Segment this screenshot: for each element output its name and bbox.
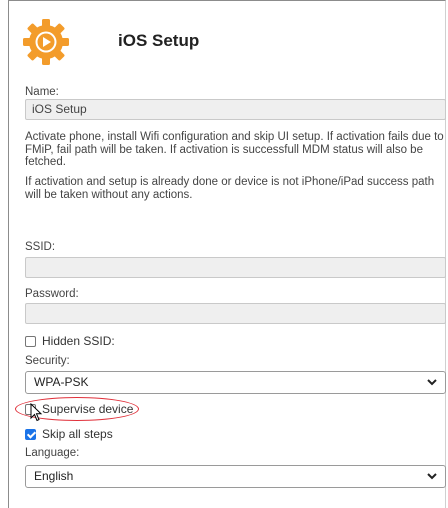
security-label: Security:	[25, 355, 70, 367]
chevron-down-icon	[427, 473, 437, 480]
name-label: Name:	[25, 86, 59, 98]
panel-header: iOS Setup	[21, 17, 441, 69]
description-text-2: If activation and setup is already done …	[25, 176, 435, 201]
chevron-down-icon	[427, 379, 437, 386]
password-label: Password:	[25, 288, 79, 300]
skip-all-steps-label: Skip all steps	[42, 427, 113, 441]
password-field[interactable]	[25, 303, 446, 324]
mouse-cursor-icon	[30, 403, 43, 422]
description-text: Activate phone, install Wifi configurati…	[25, 131, 444, 168]
language-label: Language:	[25, 447, 80, 459]
skip-all-steps-checkbox[interactable]	[25, 428, 36, 440]
skip-all-steps-row[interactable]: Skip all steps	[25, 426, 113, 442]
page-title: iOS Setup	[118, 31, 200, 50]
language-value: English	[34, 469, 74, 483]
hidden-ssid-row[interactable]: Hidden SSID:	[25, 333, 115, 349]
hidden-ssid-checkbox[interactable]	[25, 335, 36, 347]
language-select[interactable]: English	[25, 465, 446, 488]
hidden-ssid-label: Hidden SSID:	[42, 334, 115, 348]
security-select[interactable]: WPA-PSK	[25, 371, 446, 394]
orange-gear-play-icon	[23, 19, 69, 65]
ssid-label: SSID:	[25, 241, 56, 253]
setup-panel: iOS Setup Name: iOS Setup Activate phone…	[8, 0, 446, 508]
ssid-field[interactable]	[25, 257, 446, 278]
security-value: WPA-PSK	[34, 375, 89, 389]
name-field[interactable]: iOS Setup	[25, 99, 446, 120]
